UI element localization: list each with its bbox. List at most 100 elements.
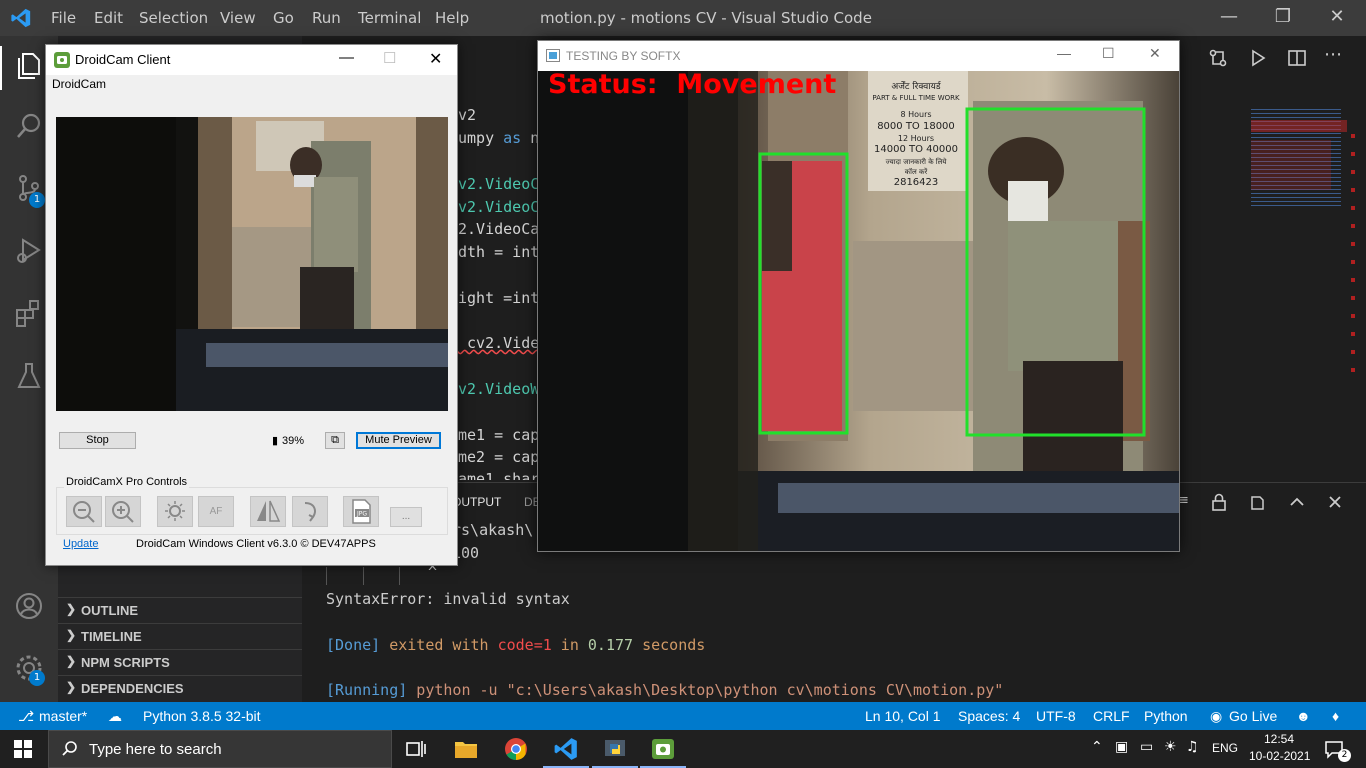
close-icon[interactable]: ✕ <box>429 49 442 69</box>
update-link[interactable]: Update <box>63 538 98 550</box>
wifi-icon[interactable]: ☀ <box>1164 739 1177 755</box>
branch-name[interactable]: master* <box>39 708 87 724</box>
chevron-right-icon: ❯ <box>66 680 77 694</box>
code-token: as <box>503 129 531 147</box>
droidcam-app-icon[interactable] <box>650 736 676 762</box>
menu-file[interactable]: File <box>51 9 76 27</box>
menu-run[interactable]: Run <box>312 9 341 27</box>
droidcam-titlebar[interactable]: DroidCam Client — ☐ ✕ <box>46 45 457 75</box>
video-frame: अर्जेंट रिक्वायर्ड PART & FULL TIME WORK… <box>538 71 1179 551</box>
poster-line: अर्जेंट रिक्वायर्ड <box>891 80 941 92</box>
python-app-icon[interactable] <box>602 736 628 762</box>
menu-go[interactable]: Go <box>273 9 294 27</box>
droidcam-menu[interactable]: DroidCam <box>52 77 106 91</box>
search-icon[interactable] <box>13 110 45 142</box>
file-explorer-icon[interactable] <box>453 736 479 762</box>
zoom-out-icon <box>66 496 102 527</box>
more-button: ... <box>390 507 422 527</box>
line-ending[interactable]: CRLF <box>1093 708 1130 724</box>
mute-preview-button[interactable]: Mute Preview <box>356 432 441 449</box>
close-icon[interactable]: ✕ <box>1149 45 1161 62</box>
feedback-icon[interactable]: ☻ <box>1296 708 1311 724</box>
minimize-icon[interactable]: — <box>1214 6 1244 30</box>
run-debug-icon[interactable] <box>13 234 45 266</box>
code-line: v2 <box>458 106 477 124</box>
battery-level: 39% <box>282 435 305 447</box>
accounts-icon[interactable] <box>13 590 45 622</box>
menu-view[interactable]: View <box>220 9 256 27</box>
sidebar-section-outline[interactable]: ❯ OUTLINE <box>58 597 302 623</box>
taskbar-search-box[interactable]: Type here to search <box>48 730 392 768</box>
minimap-error-region <box>1251 140 1331 190</box>
menu-help[interactable]: Help <box>435 9 469 27</box>
terminal-done-line: [Done] exited with code=1 in 0.177 secon… <box>326 636 705 654</box>
stop-button[interactable]: Stop <box>59 432 136 449</box>
indentation[interactable]: Spaces: 4 <box>958 708 1020 724</box>
volume-icon[interactable]: ♫ <box>1186 739 1199 755</box>
meet-now-icon[interactable]: ▣ <box>1115 739 1128 755</box>
terminal-error: SyntaxError: invalid syntax <box>326 590 570 608</box>
battery-icon[interactable]: ▭ <box>1140 739 1153 755</box>
windows-start-icon[interactable] <box>14 740 32 758</box>
testing-titlebar[interactable]: TESTING BY SOFTX — ☐ ✕ <box>538 41 1179 71</box>
split-editor-icon[interactable] <box>1287 48 1307 68</box>
restore-icon[interactable]: ❐ <box>1268 6 1298 30</box>
code-line: v2.VideoW <box>458 380 540 398</box>
notifications-bell-icon[interactable]: ♦ <box>1332 708 1339 724</box>
chevron-up-icon[interactable] <box>1288 493 1306 511</box>
compare-changes-icon[interactable] <box>1208 48 1228 68</box>
close-panel-icon[interactable] <box>1326 493 1344 511</box>
code-line-error: cv2.Vide <box>458 334 540 352</box>
code-line: v2.VideoC <box>458 175 540 193</box>
sidebar-section-dependencies[interactable]: ❯ DEPENDENCIES <box>58 675 302 701</box>
python-interpreter[interactable]: Python 3.8.5 32-bit <box>143 708 261 724</box>
poster-line: कॉल करें <box>905 167 928 176</box>
chrome-icon[interactable] <box>503 736 529 762</box>
testing-flask-icon[interactable] <box>13 360 45 392</box>
sidebar-section-npm-scripts[interactable]: ❯ NPM SCRIPTS <box>58 649 302 675</box>
minimize-icon[interactable]: — <box>1057 45 1071 61</box>
terminal-line: rs\akash\ <box>452 521 534 539</box>
clock-time[interactable]: 12:54 <box>1264 732 1294 746</box>
light-icon <box>157 496 193 527</box>
task-view-icon[interactable] <box>403 736 429 762</box>
sync-cloud-icon[interactable]: ☁ <box>108 708 122 725</box>
close-icon[interactable]: ✕ <box>1322 6 1352 30</box>
chevron-up-icon[interactable]: ⌃ <box>1091 739 1103 755</box>
extensions-icon[interactable] <box>13 298 45 330</box>
overview-ruler <box>1351 120 1355 380</box>
input-language[interactable]: ENG <box>1212 741 1238 755</box>
minimize-icon[interactable]: — <box>339 49 354 66</box>
menu-selection[interactable]: Selection <box>139 9 208 27</box>
run-icon[interactable] <box>1248 48 1268 68</box>
lock-icon[interactable] <box>1210 493 1228 511</box>
explorer-icon[interactable] <box>13 50 45 82</box>
tab-output[interactable]: OUTPUT <box>452 495 501 509</box>
maximize-icon[interactable]: ☐ <box>1102 45 1115 62</box>
done-seconds: seconds <box>633 636 706 654</box>
done-tag: [Done] <box>326 636 381 654</box>
vscode-titlebar: File Edit Selection View Go Run Terminal… <box>0 0 1366 36</box>
testing-title: TESTING BY SOFTX <box>566 49 681 63</box>
cursor-position[interactable]: Ln 10, Col 1 <box>865 708 941 724</box>
clock-date[interactable]: 10-02-2021 <box>1249 749 1310 763</box>
menu-terminal[interactable]: Terminal <box>358 9 421 27</box>
branch-icon[interactable]: ⎇ <box>18 708 34 725</box>
sidebar-section-timeline[interactable]: ❯ TIMELINE <box>58 623 302 649</box>
menu-edit[interactable]: Edit <box>94 9 123 27</box>
rotate-icon <box>292 496 328 527</box>
code-line: v2.VideoC <box>458 198 540 216</box>
popout-icon[interactable]: ⧉ <box>325 432 345 449</box>
clear-output-icon[interactable] <box>1248 493 1266 511</box>
vscode-taskbar-icon[interactable] <box>553 736 579 762</box>
language-mode[interactable]: Python <box>1144 708 1188 724</box>
more-actions-icon[interactable]: ⋯ <box>1324 44 1342 65</box>
source-control-badge: 1 <box>29 192 45 208</box>
minimap-error-highlight <box>1251 120 1347 132</box>
notification-count: 2 <box>1338 749 1351 762</box>
poster-line: 8 Hours <box>900 110 931 119</box>
encoding[interactable]: UTF-8 <box>1036 708 1076 724</box>
minimap[interactable] <box>1245 100 1355 480</box>
code-line-text: umpy as n <box>458 129 539 147</box>
go-live-button[interactable]: Go Live <box>1229 708 1277 724</box>
